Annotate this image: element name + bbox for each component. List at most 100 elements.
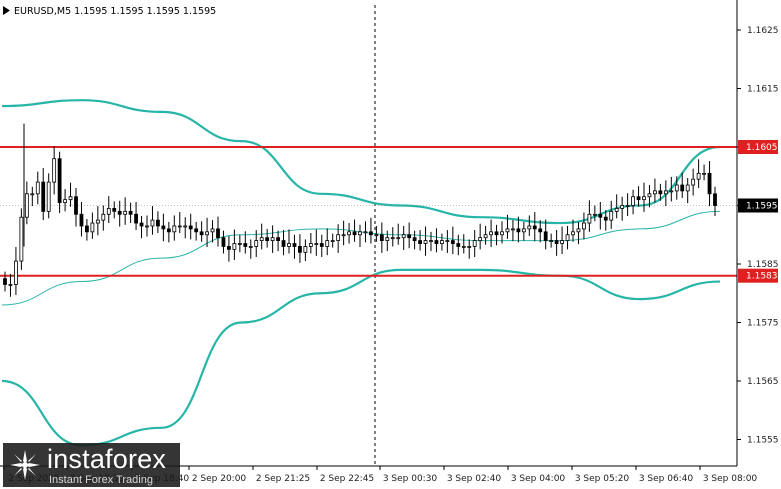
- candle-body: [183, 225, 188, 228]
- candle-body: [95, 219, 100, 224]
- candle-body: [511, 228, 515, 231]
- candle-body: [543, 231, 548, 241]
- candle-body: [489, 231, 493, 236]
- candle-body: [57, 158, 62, 203]
- instaforex-logo: instaforex Instant Forex Trading: [3, 443, 180, 487]
- candle-body: [52, 158, 57, 183]
- candle-body: [494, 231, 499, 236]
- candle-body: [24, 193, 29, 218]
- candle-body: [702, 172, 706, 175]
- candle-body: [445, 240, 450, 243]
- candle-body: [358, 231, 362, 236]
- candle-body: [221, 237, 226, 247]
- candle-body: [636, 196, 641, 201]
- candle-body: [308, 243, 313, 247]
- candle-body: [554, 240, 559, 244]
- candle-body: [379, 234, 384, 241]
- candle-body: [74, 196, 78, 215]
- price-chart: 1.1625 1.1615 1.1605 1.1595 1.1585 1.1575 1.15…: [0, 0, 781, 489]
- candle-body: [210, 228, 215, 233]
- candle-body: [106, 208, 111, 215]
- candle-body: [669, 190, 674, 193]
- level-1583-tag-text: 1.1583: [746, 272, 778, 282]
- candle-body: [571, 231, 575, 236]
- candle-body: [325, 240, 330, 247]
- candle-body: [172, 225, 177, 233]
- candle-body: [527, 225, 532, 230]
- candle-body: [319, 243, 324, 247]
- level-1605-tag-text: 1.1605: [746, 143, 778, 153]
- candle-body: [314, 243, 319, 245]
- y-tick-label: 1.1615: [747, 85, 779, 95]
- candle-body: [565, 234, 570, 241]
- candle-body: [691, 178, 696, 186]
- candle-body: [505, 228, 510, 233]
- candle-body: [3, 278, 7, 285]
- y-tick-label: 1.1585: [747, 260, 779, 270]
- candle-body: [707, 172, 712, 195]
- candle-body: [532, 225, 537, 230]
- candle-body: [194, 228, 199, 233]
- candle-body: [30, 193, 35, 196]
- candle-body: [385, 237, 390, 242]
- candle-body: [407, 234, 412, 239]
- candle-body: [576, 228, 581, 233]
- candle-body: [472, 240, 477, 247]
- candle-body: [352, 231, 357, 236]
- candle-body: [139, 222, 144, 227]
- chart-title: EURUSD,M5 1.1595 1.1595 1.1595 1.1595: [14, 6, 216, 17]
- candle-body: [538, 228, 543, 233]
- candle-body: [8, 284, 13, 286]
- x-tick-label: 2 Sep 20:00: [192, 474, 247, 484]
- candle-body: [227, 246, 231, 250]
- candle-body: [478, 237, 483, 242]
- logo-wordmark: instaforex: [47, 444, 167, 474]
- candle-body: [303, 246, 308, 253]
- candle-body: [248, 246, 253, 248]
- candle-body: [582, 222, 586, 230]
- x-tick-label: 3 Sep 06:40: [639, 474, 694, 484]
- candle-body: [276, 237, 280, 242]
- candle-body: [603, 216, 608, 221]
- candle-body: [450, 240, 455, 244]
- y-tick-label: 1.1575: [747, 319, 779, 329]
- x-tick-label: 3 Sep 08:00: [703, 474, 758, 484]
- candle-body: [680, 184, 685, 192]
- candle-body: [237, 243, 242, 245]
- x-tick-label: 2 Sep 22:45: [320, 474, 374, 484]
- candle-body: [68, 196, 73, 201]
- candle-body: [642, 196, 646, 201]
- candle-body: [281, 240, 286, 247]
- x-tick-label: 3 Sep 00:30: [383, 474, 438, 484]
- candle-body: [461, 246, 466, 248]
- candle-body: [145, 225, 149, 228]
- candle-body: [390, 237, 395, 240]
- candle-body: [396, 237, 401, 240]
- candle-body: [101, 213, 106, 221]
- y-tick-label: 1.1555: [747, 436, 779, 446]
- logo-tagline: Instant Forex Trading: [49, 474, 153, 486]
- chart-background: [0, 0, 781, 489]
- candle-body: [696, 172, 701, 180]
- candle-body: [401, 234, 406, 239]
- candle-body: [434, 240, 439, 244]
- x-tick-label: 3 Sep 04:00: [511, 474, 566, 484]
- candle-body: [35, 181, 40, 195]
- current-price-tag-text: 1.1595: [746, 202, 778, 212]
- candle-body: [150, 219, 155, 227]
- candle-body: [19, 216, 24, 262]
- candle-body: [598, 213, 603, 218]
- candle-body: [429, 240, 433, 243]
- candle-body: [161, 225, 166, 230]
- candle-body: [560, 240, 564, 244]
- candle-body: [663, 190, 668, 195]
- candle-body: [298, 246, 302, 253]
- candle-body: [467, 246, 472, 248]
- candle-body: [369, 231, 373, 236]
- candle-body: [347, 231, 351, 236]
- x-tick-label: 3 Sep 05:20: [575, 474, 630, 484]
- candle-body: [423, 240, 428, 244]
- y-tick-label: 1.1625: [747, 26, 779, 36]
- y-tick-label: 1.1565: [747, 377, 779, 387]
- candle-body: [620, 205, 625, 209]
